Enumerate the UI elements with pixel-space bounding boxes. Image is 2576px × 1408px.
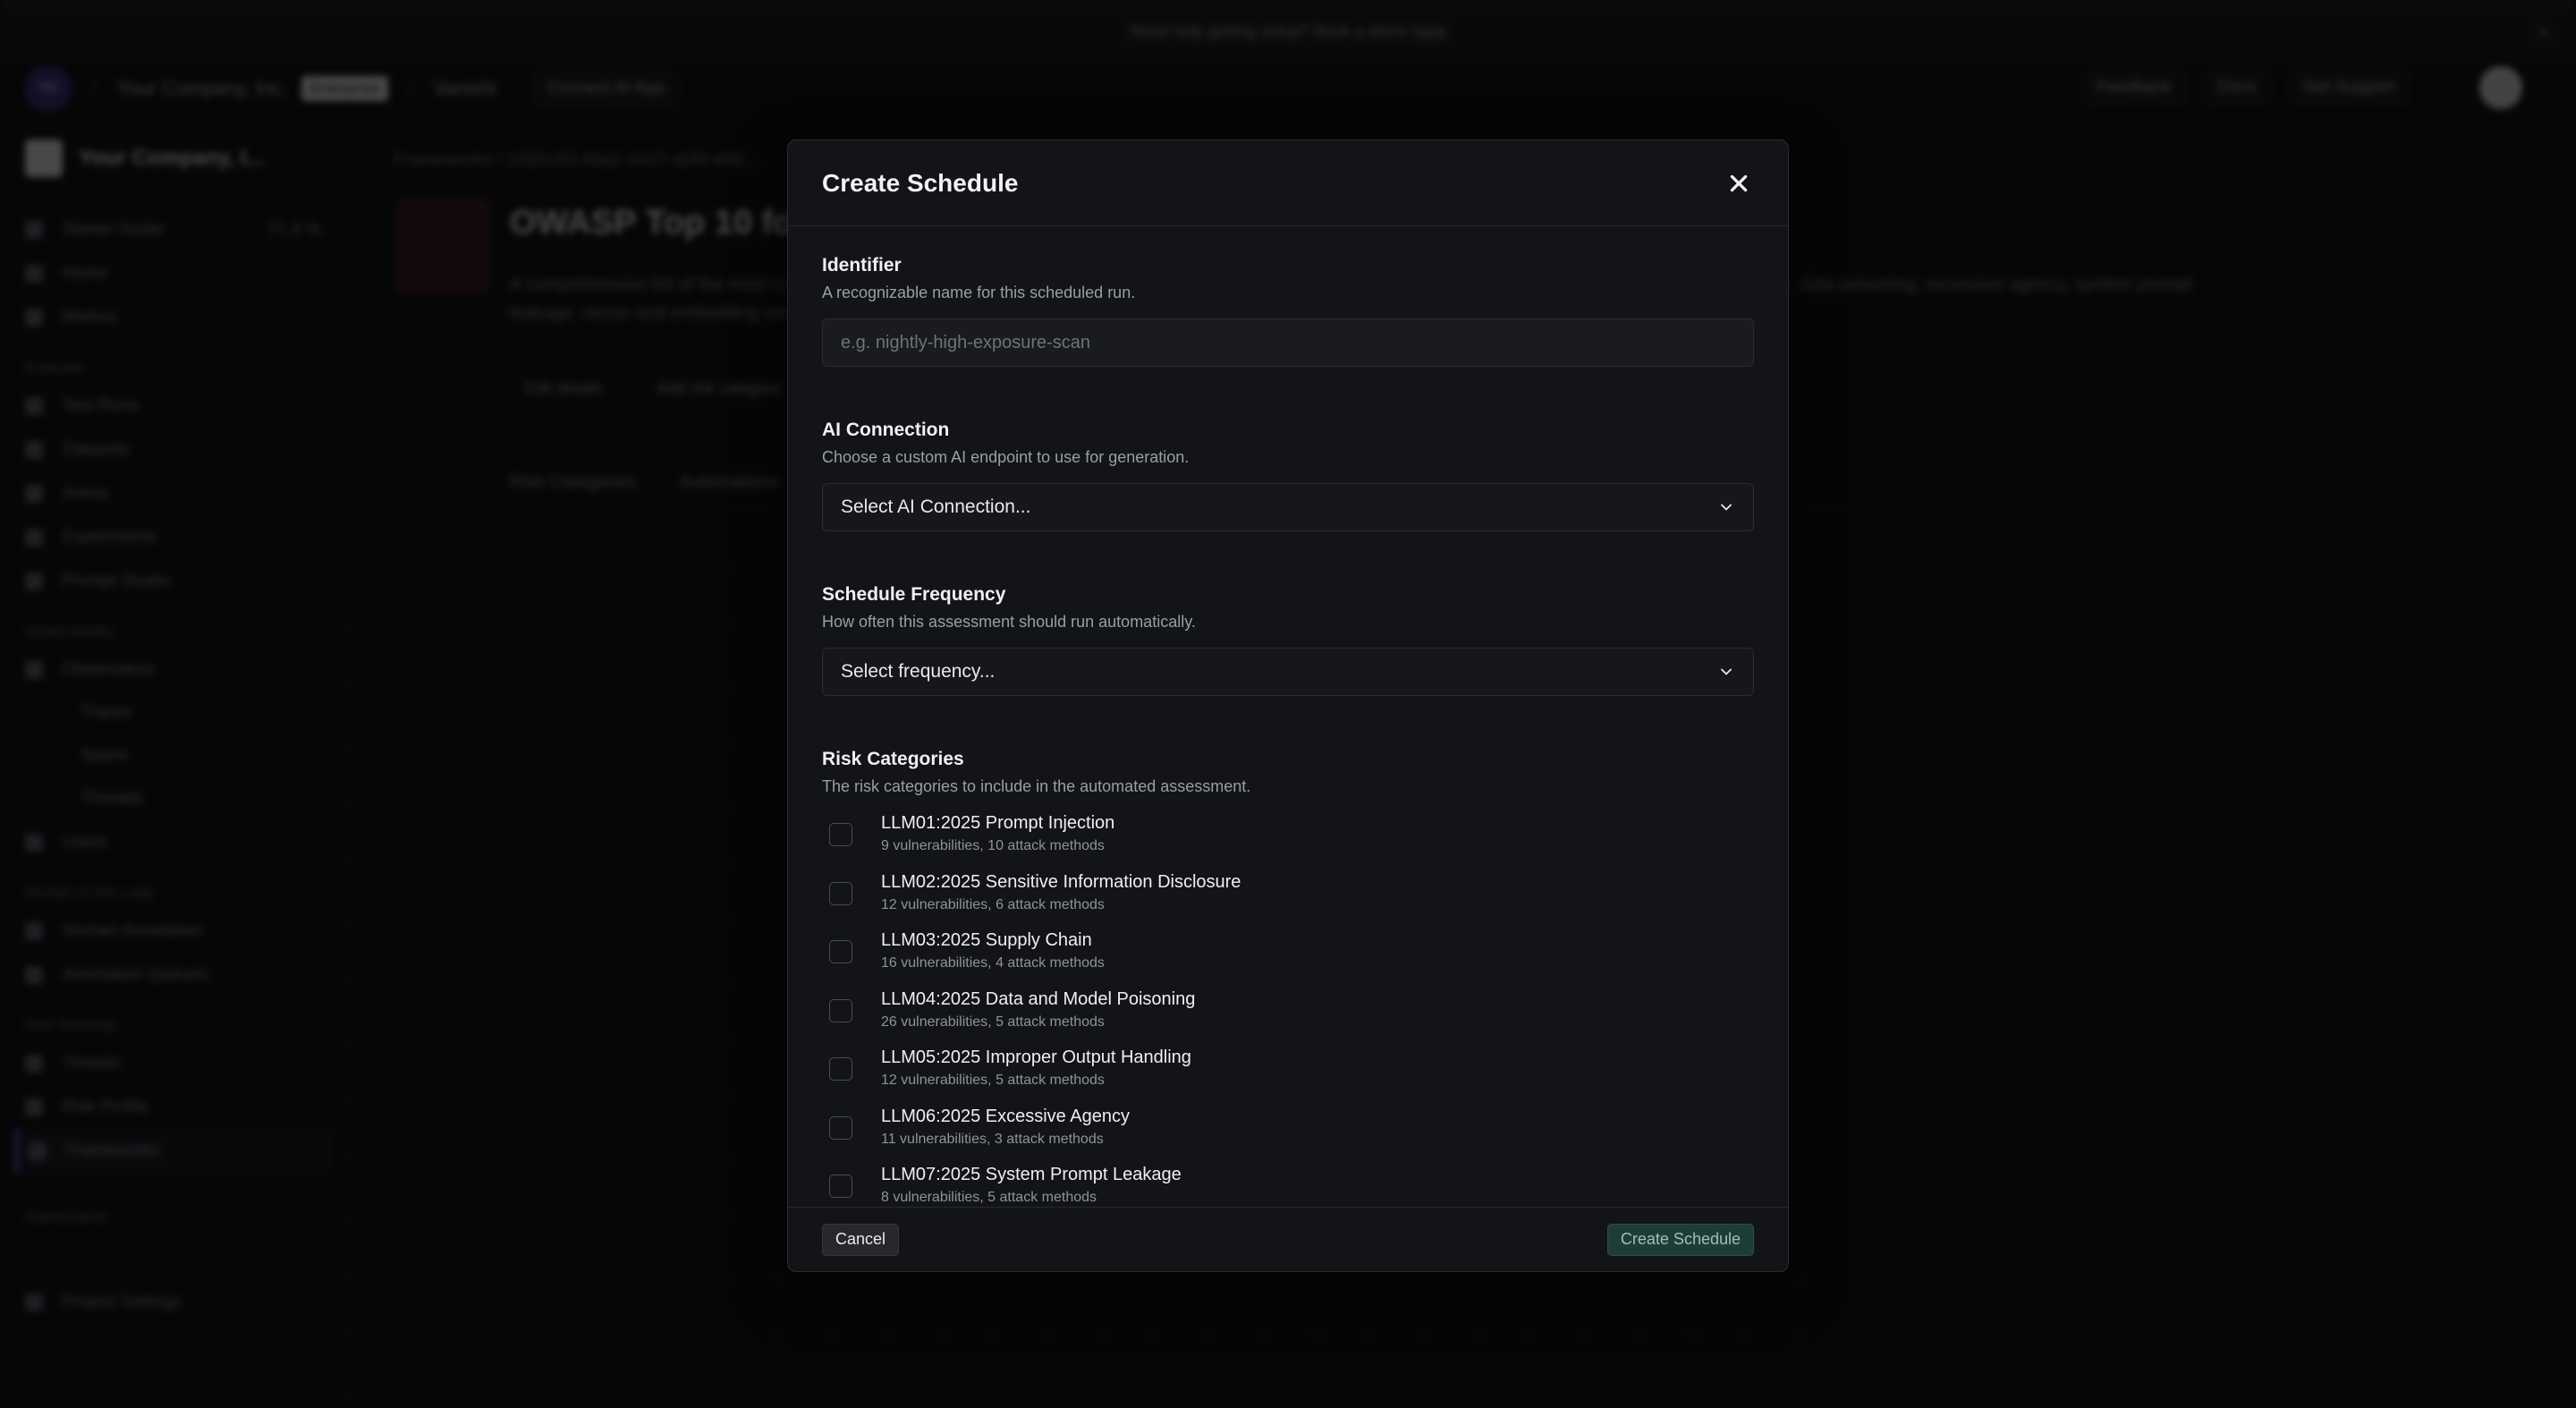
risk-category-item[interactable]: LLM01:2025 Prompt Injection 9 vulnerabili… <box>822 812 1754 871</box>
risk-name: LLM04:2025 Data and Model Poisoning <box>881 988 1196 1009</box>
risk-meta: 9 vulnerabilities, 10 attack methods <box>881 838 1105 853</box>
risk-meta: 16 vulnerabilities, 4 attack methods <box>881 955 1105 971</box>
dialog-footer: Cancel Create Schedule <box>788 1207 1788 1271</box>
dialog-title: Create Schedule <box>822 168 1019 197</box>
cancel-button[interactable]: Cancel <box>822 1223 900 1256</box>
risk-name: LLM01:2025 Prompt Injection <box>881 813 1115 833</box>
risk-checkbox[interactable] <box>829 1057 852 1081</box>
create-schedule-dialog: Create Schedule Identifier A recognizabl… <box>787 140 1789 1272</box>
risk-checkbox[interactable] <box>829 1115 852 1140</box>
risk-category-item[interactable]: LLM03:2025 Supply Chain 16 vulnerabilitie… <box>822 929 1754 988</box>
ai-connection-help: Choose a custom AI endpoint to use for g… <box>822 448 1190 466</box>
risk-name: LLM07:2025 System Prompt Leakage <box>881 1165 1182 1184</box>
risk-meta: 12 vulnerabilities, 5 attack methods <box>881 1073 1105 1088</box>
risk-meta: 8 vulnerabilities, 5 attack methods <box>881 1190 1097 1205</box>
frequency-value: Select frequency... <box>841 661 996 682</box>
risk-checkbox[interactable] <box>829 823 852 846</box>
chevron-down-icon <box>1721 668 1732 675</box>
ai-connection-field: AI Connection Choose a custom AI endpoin… <box>822 419 1754 531</box>
frequency-field: Schedule Frequency How often this assess… <box>822 583 1754 696</box>
ai-connection-select[interactable]: Select AI Connection... <box>822 483 1754 531</box>
risk-checkbox[interactable] <box>829 1175 852 1198</box>
risk-checkbox[interactable] <box>829 940 852 963</box>
risk-meta: 12 vulnerabilities, 6 attack methods <box>881 896 1105 912</box>
risk-meta: 11 vulnerabilities, 3 attack methods <box>881 1131 1104 1147</box>
frequency-select[interactable]: Select frequency... <box>822 648 1754 696</box>
risk-checkbox[interactable] <box>829 998 852 1022</box>
create-schedule-button[interactable]: Create Schedule <box>1606 1223 1754 1256</box>
risk-name: LLM06:2025 Excessive Agency <box>881 1106 1130 1126</box>
chevron-down-icon <box>1721 504 1732 511</box>
frequency-help: How often this assessment should run aut… <box>822 613 1196 631</box>
identifier-help: A recognizable name for this scheduled r… <box>822 284 1136 301</box>
identifier-input[interactable] <box>822 318 1754 367</box>
risk-categories-field: Risk Categories The risk categories to i… <box>822 748 1754 1207</box>
risk-name: LLM03:2025 Supply Chain <box>881 930 1092 950</box>
risk-categories-label: Risk Categories <box>822 749 964 769</box>
risk-name: LLM02:2025 Sensitive Information Disclos… <box>881 871 1241 892</box>
risk-category-item[interactable]: LLM05:2025 Improper Output Handling 12 vu… <box>822 1047 1754 1106</box>
risk-checkbox[interactable] <box>829 881 852 905</box>
risk-name: LLM05:2025 Improper Output Handling <box>881 1048 1191 1067</box>
close-icon[interactable] <box>1724 168 1754 199</box>
risk-category-item[interactable]: LLM02:2025 Sensitive Information Disclos… <box>822 871 1754 930</box>
risk-category-item[interactable]: LLM07:2025 System Prompt Leakage 8 vulner… <box>822 1164 1754 1207</box>
frequency-label: Schedule Frequency <box>822 584 1006 605</box>
risk-categories-help: The risk categories to include in the au… <box>822 777 1251 795</box>
identifier-label: Identifier <box>822 255 902 276</box>
dialog-body: Identifier A recognizable name for this … <box>788 227 1788 1207</box>
ai-connection-label: AI Connection <box>822 420 950 440</box>
identifier-field: Identifier A recognizable name for this … <box>822 254 1754 367</box>
dialog-header: Create Schedule <box>788 140 1788 226</box>
risk-meta: 26 vulnerabilities, 5 attack methods <box>881 1014 1105 1030</box>
ai-connection-value: Select AI Connection... <box>841 496 1031 517</box>
risk-category-item[interactable]: LLM04:2025 Data and Model Poisoning 26 vu… <box>822 988 1754 1048</box>
risk-category-item[interactable]: LLM06:2025 Excessive Agency 11 vulnerabil… <box>822 1106 1754 1165</box>
risk-category-list: LLM01:2025 Prompt Injection 9 vulnerabili… <box>822 812 1754 1207</box>
